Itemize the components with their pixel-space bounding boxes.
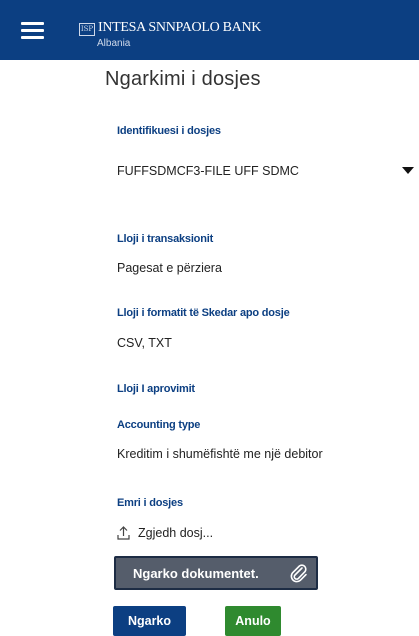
page-title: Ngarkimi i dosjes — [105, 68, 261, 90]
bank-logo-icon: ISP — [79, 23, 95, 36]
upload-documents-button[interactable]: Ngarko dokumentet. — [114, 556, 318, 590]
file-name-label: Emri i dosjes — [117, 497, 183, 509]
transaction-type-value: Pagesat e përziera — [117, 261, 222, 275]
file-format-value: CSV, TXT — [117, 336, 172, 350]
accounting-type-value: Kreditim i shumëfishtë me një debitor — [117, 447, 323, 461]
cancel-button[interactable]: Anulo — [225, 606, 281, 636]
upload-documents-label: Ngarko dokumentet. — [133, 566, 259, 581]
hamburger-icon[interactable] — [21, 22, 44, 39]
bank-name: INTESA SNNPAOLO BANK — [98, 20, 262, 35]
file-id-label: Identifikuesi i dosjes — [117, 125, 221, 137]
upload-icon[interactable] — [117, 526, 130, 540]
file-id-select[interactable]: FUFFSDMCF3-FILE UFF SDMC — [117, 164, 299, 178]
upload-button[interactable]: Ngarko — [113, 606, 186, 636]
top-bar: ISP INTESA SNNPAOLO BANK Albania — [0, 0, 419, 60]
accounting-type-label: Accounting type — [117, 419, 201, 431]
approval-type-label: Lloji I aprovimit — [117, 383, 195, 395]
choose-file-link[interactable]: Zgjedh dosj... — [138, 526, 213, 540]
transaction-type-label: Lloji i transaksionit — [117, 233, 214, 245]
bank-country: Albania — [97, 38, 131, 49]
file-format-label: Lloji i formatit të Skedar apo dosje — [117, 307, 290, 319]
paperclip-icon — [290, 564, 307, 583]
chevron-down-icon[interactable] — [402, 167, 414, 174]
